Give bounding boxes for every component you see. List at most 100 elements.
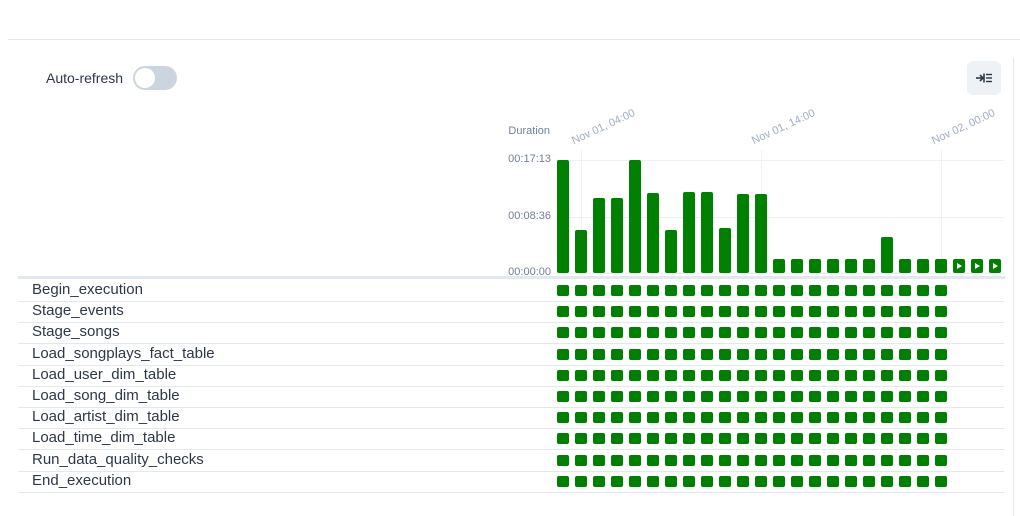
task-name[interactable]: Stage_events [32,302,124,319]
task-instance-cell[interactable] [719,412,731,423]
task-instance-cell[interactable] [899,455,911,466]
task-instance-cell[interactable] [683,391,695,402]
task-instance-cell[interactable] [737,476,749,487]
task-instance-cell[interactable] [701,476,713,487]
task-instance-cell[interactable] [557,455,569,466]
task-instance-cell[interactable] [881,433,893,444]
task-instance-cell[interactable] [647,412,659,423]
task-name[interactable]: Load_song_dim_table [32,387,180,404]
task-instance-cell[interactable] [899,412,911,423]
task-instance-cell[interactable] [629,327,641,338]
task-instance-cell[interactable] [647,285,659,296]
task-instance-cell[interactable] [557,306,569,317]
task-instance-cell[interactable] [809,349,821,360]
task-instance-cell[interactable] [935,391,947,402]
queued-run-bar[interactable] [971,259,983,273]
task-instance-cell[interactable] [917,306,929,317]
task-instance-cell[interactable] [917,433,929,444]
task-instance-cell[interactable] [683,349,695,360]
task-instance-cell[interactable] [611,476,623,487]
task-instance-cell[interactable] [881,455,893,466]
run-duration-bar[interactable] [665,230,677,273]
task-instance-cell[interactable] [827,455,839,466]
task-instance-cell[interactable] [593,433,605,444]
task-name[interactable]: Load_songplays_fact_table [32,345,215,362]
task-instance-cell[interactable] [827,370,839,381]
task-instance-cell[interactable] [665,433,677,444]
task-instance-cell[interactable] [809,285,821,296]
task-instance-cell[interactable] [881,476,893,487]
task-instance-cell[interactable] [863,455,875,466]
task-instance-cell[interactable] [845,391,857,402]
task-instance-cell[interactable] [593,285,605,296]
task-instance-cell[interactable] [845,412,857,423]
task-instance-cell[interactable] [557,349,569,360]
task-instance-cell[interactable] [647,327,659,338]
task-instance-cell[interactable] [611,433,623,444]
queued-run-bar[interactable] [989,259,1001,273]
task-instance-cell[interactable] [899,306,911,317]
run-duration-bar[interactable] [791,259,803,273]
task-instance-cell[interactable] [827,306,839,317]
task-instance-cell[interactable] [557,391,569,402]
task-instance-cell[interactable] [665,327,677,338]
run-duration-bar[interactable] [917,259,929,273]
task-instance-cell[interactable] [827,476,839,487]
task-instance-cell[interactable] [827,349,839,360]
task-instance-cell[interactable] [809,306,821,317]
task-instance-cell[interactable] [791,306,803,317]
task-instance-cell[interactable] [629,306,641,317]
task-instance-cell[interactable] [737,455,749,466]
task-instance-cell[interactable] [881,370,893,381]
task-instance-cell[interactable] [809,412,821,423]
task-instance-cell[interactable] [809,455,821,466]
task-instance-cell[interactable] [683,476,695,487]
task-instance-cell[interactable] [827,433,839,444]
task-instance-cell[interactable] [881,412,893,423]
task-instance-cell[interactable] [629,476,641,487]
task-instance-cell[interactable] [575,349,587,360]
run-duration-bar[interactable] [683,192,695,273]
task-instance-cell[interactable] [593,370,605,381]
run-duration-bar[interactable] [557,160,569,273]
task-instance-cell[interactable] [575,476,587,487]
task-instance-cell[interactable] [773,285,785,296]
task-instance-cell[interactable] [773,412,785,423]
task-instance-cell[interactable] [935,370,947,381]
task-instance-cell[interactable] [845,306,857,317]
task-instance-cell[interactable] [917,349,929,360]
task-instance-cell[interactable] [647,391,659,402]
task-instance-cell[interactable] [755,285,767,296]
task-instance-cell[interactable] [755,433,767,444]
task-instance-cell[interactable] [701,433,713,444]
run-duration-bar[interactable] [881,237,893,273]
task-instance-cell[interactable] [701,455,713,466]
task-instance-cell[interactable] [863,285,875,296]
task-instance-cell[interactable] [773,349,785,360]
task-instance-cell[interactable] [899,391,911,402]
task-instance-cell[interactable] [917,370,929,381]
task-instance-cell[interactable] [899,285,911,296]
task-instance-cell[interactable] [557,327,569,338]
collapse-details-button[interactable] [967,61,1001,95]
task-instance-cell[interactable] [575,306,587,317]
task-instance-cell[interactable] [719,306,731,317]
task-instance-cell[interactable] [611,370,623,381]
task-instance-cell[interactable] [575,370,587,381]
task-instance-cell[interactable] [773,476,785,487]
run-duration-bar[interactable] [773,259,785,273]
run-duration-bar[interactable] [737,194,749,273]
task-instance-cell[interactable] [719,455,731,466]
task-instance-cell[interactable] [737,370,749,381]
queued-run-bar[interactable] [953,259,965,273]
task-instance-cell[interactable] [611,412,623,423]
task-name[interactable]: Run_data_quality_checks [32,451,204,468]
task-instance-cell[interactable] [845,349,857,360]
task-instance-cell[interactable] [737,349,749,360]
task-instance-cell[interactable] [791,349,803,360]
task-instance-cell[interactable] [863,391,875,402]
task-instance-cell[interactable] [809,476,821,487]
task-name[interactable]: Stage_songs [32,323,120,340]
task-instance-cell[interactable] [683,412,695,423]
task-instance-cell[interactable] [611,455,623,466]
